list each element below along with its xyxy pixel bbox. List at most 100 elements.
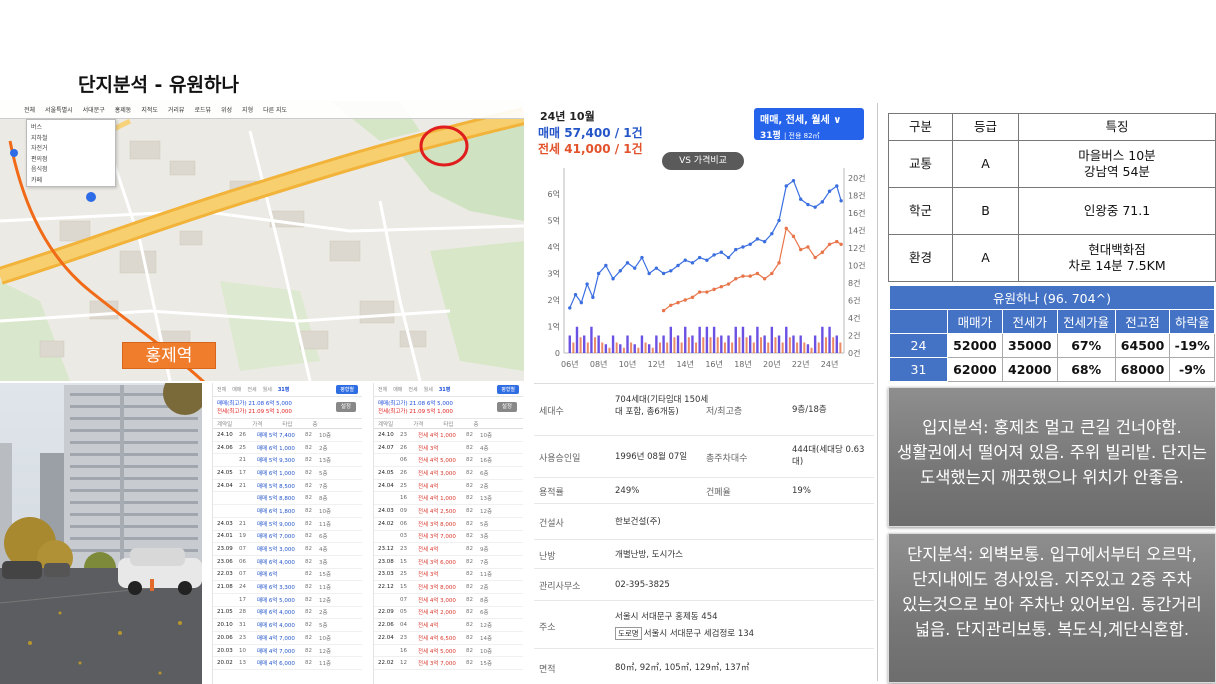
tx-settings-button[interactable]: 설정 — [335, 402, 356, 412]
tx-row[interactable]: 16 전세 4억 1,000 82 13층 — [374, 492, 523, 506]
map-view[interactable]: 전체 서울특별시 서대문구 홍제동 지적도 거리뷰 로드뷰 위성 지형 다른 지… — [0, 101, 524, 381]
tx-filter-tab[interactable]: 월세 — [263, 386, 272, 393]
tx-type: 82 — [305, 584, 312, 591]
tx-row[interactable]: 21.05 28 매매 6억 4,000 82 2층 — [213, 607, 362, 620]
jeonse-price-point — [683, 298, 687, 302]
tx-filter-tab[interactable]: 매매 — [232, 386, 241, 393]
tx-floor: 12층 — [319, 648, 332, 655]
vs-compare-button[interactable]: VS 가격비교 — [662, 152, 744, 170]
volume-bar-jeonse — [774, 337, 777, 353]
tx-row[interactable]: 23.03 25 전세 3억 82 11층 — [374, 569, 523, 582]
info-value: 한보건설(주) — [615, 517, 661, 527]
tx-size-button[interactable]: 평형별 — [497, 385, 519, 394]
map-menu-item[interactable]: 버스 — [31, 123, 111, 134]
y-right-tick-label: 8건 — [848, 278, 860, 288]
map-toolbar-item[interactable]: 서울특별시 — [45, 105, 73, 114]
tx-row[interactable]: 03 전세 3억 7,000 82 3층 — [374, 531, 523, 544]
map-toolbar-item[interactable]: 서대문구 — [83, 105, 105, 114]
tx-row[interactable]: 24.06 25 매매 6억 1,000 82 2층 — [213, 442, 362, 455]
info-row: 건설사 한보건설(주) — [534, 504, 874, 540]
tx-row[interactable]: 24.03 09 전세 4억 2,500 82 12층 — [374, 505, 523, 518]
map-toolbar-item[interactable]: 홍제동 — [115, 105, 132, 114]
tx-filter-tab[interactable]: 전체 — [217, 386, 226, 393]
tx-row[interactable]: 24.10 26 매매 5억 7,400 82 10층 — [213, 429, 362, 442]
sale-price-point — [791, 178, 796, 183]
tx-price: 매매 6억 4,000 — [257, 559, 295, 566]
map-toolbar-item[interactable]: 위성 — [221, 105, 232, 114]
tx-row[interactable]: 21.08 24 매매 6억 3,300 82 11층 — [213, 581, 362, 594]
sale-price-point — [799, 197, 803, 201]
tx-filter-tab[interactable]: 전체 — [378, 386, 387, 393]
volume-bar — [828, 326, 831, 353]
price-column-header: 전세가율 — [1056, 309, 1116, 334]
tx-row[interactable]: 23.06 06 매매 6억 4,000 82 3층 — [213, 556, 362, 569]
tx-size-selected[interactable]: 31평 — [278, 386, 290, 393]
tx-row[interactable]: 24.01 19 매매 6억 7,000 82 6층 — [213, 531, 362, 544]
tx-row[interactable]: 17 매매 6억 5,000 82 12층 — [213, 594, 362, 607]
map-toolbar-item[interactable]: 지적도 — [141, 105, 158, 114]
tx-row[interactable]: 22.09 05 전세 4억 2,000 82 6층 — [374, 607, 523, 620]
tx-row[interactable]: 20.06 23 매매 4억 7,000 82 10층 — [213, 632, 362, 645]
tx-row[interactable]: 22.04 23 전세 4억 6,500 82 14층 — [374, 632, 523, 645]
sale-price-point — [741, 245, 745, 249]
volume-bar — [756, 326, 759, 353]
tx-filter-tab[interactable]: 전세 — [247, 386, 256, 393]
volume-bar — [691, 335, 694, 353]
volume-bar — [727, 335, 730, 353]
trade-type-filter[interactable]: 매매, 전세, 월세 ∨ 31평 | 전용 82㎡ — [754, 108, 864, 141]
volume-bar — [777, 335, 781, 353]
tx-row[interactable]: 07 전세 4억 3,000 82 8층 — [374, 594, 523, 607]
tx-day: 05 — [400, 609, 407, 616]
tx-filter-tab[interactable]: 매매 — [393, 386, 402, 393]
tx-size-selected[interactable]: 31평 — [439, 386, 451, 393]
tx-settings-button[interactable]: 설정 — [496, 402, 517, 412]
tx-row[interactable]: 23.12 23 전세 4억 82 9층 — [374, 543, 523, 556]
tx-day: 17 — [239, 469, 246, 476]
tx-row[interactable]: 16 전세 4억 5,000 82 10층 — [374, 645, 523, 658]
map-toolbar: 전체 서울특별시 서대문구 홍제동 지적도 거리뷰 로드뷰 위성 지형 다른 지… — [0, 101, 524, 119]
map-toolbar-item[interactable]: 거리뷰 — [168, 105, 185, 114]
tx-filter-tab[interactable]: 월세 — [424, 386, 433, 393]
tx-price: 매매 5억 7,400 — [257, 432, 295, 439]
tx-row[interactable]: 24.02 06 전세 3억 8,000 82 5층 — [374, 518, 523, 531]
jeonse-price-point — [726, 282, 731, 286]
map-menu-item[interactable]: 지하철 — [31, 134, 111, 145]
tx-row[interactable]: 20.02 13 매매 4억 6,000 82 11층 — [213, 657, 362, 671]
tx-filter-tab[interactable]: 전세 — [408, 386, 417, 393]
tx-row[interactable]: 매매 6억 1,800 82 10층 — [213, 505, 362, 518]
tx-rows: 24.10 23 전세 4억 1,000 82 10층 24.07 26 전세 3억 82 4층 0… — [374, 429, 523, 671]
map-toolbar-item[interactable]: 전체 — [24, 105, 35, 114]
tx-date: 24.05 — [378, 469, 394, 476]
tx-row[interactable]: 22.12 15 전세 3억 8,000 82 2층 — [374, 581, 523, 594]
map-menu-item[interactable]: 카페 — [31, 176, 111, 187]
tx-row[interactable]: 06 전세 4억 5,000 82 16층 — [374, 454, 523, 468]
map-menu-item[interactable]: 음식점 — [31, 165, 111, 176]
tx-column-header: 층 — [312, 421, 318, 428]
tx-row[interactable]: 23.08 15 전세 3억 6,000 82 7층 — [374, 556, 523, 569]
tx-row[interactable]: 매매 5억 8,800 82 8층 — [213, 492, 362, 506]
tx-row[interactable]: 24.04 21 매매 5억 8,500 82 7층 — [213, 480, 362, 493]
tx-row[interactable]: 24.05 26 전세 4억 3,000 82 6층 — [374, 467, 523, 480]
tx-row[interactable]: 24.07 26 전세 3억 82 4층 — [374, 442, 523, 455]
tx-row[interactable]: 24.10 23 전세 4억 1,000 82 10층 — [374, 429, 523, 442]
map-toolbar-item[interactable]: 로드뷰 — [194, 105, 211, 114]
tx-row[interactable]: 24.03 21 매매 5억 9,000 82 11층 — [213, 518, 362, 531]
grade-category: 교통 — [888, 140, 953, 188]
map-toolbar-item[interactable]: 다른 지도 — [263, 105, 287, 114]
volume-bar — [821, 326, 824, 353]
tx-size-button[interactable]: 평형별 — [336, 385, 358, 394]
tx-row[interactable]: 24.04 25 전세 4억 82 2층 — [374, 480, 523, 493]
tx-row[interactable]: 22.06 04 전세 4억 82 12층 — [374, 619, 523, 632]
tx-row[interactable]: 20.10 31 매매 6억 4,000 82 5층 — [213, 619, 362, 632]
map-menu-item[interactable]: 편의점 — [31, 155, 111, 166]
tx-price: 전세 4억 6,500 — [418, 635, 456, 642]
jeonse-price-point — [827, 242, 832, 246]
tx-row[interactable]: 21 매매 5억 9,300 82 13층 — [213, 454, 362, 468]
tx-row[interactable]: 22.03 07 매매 6억 82 15층 — [213, 569, 362, 582]
tx-row[interactable]: 20.03 10 매매 4억 7,000 82 12층 — [213, 645, 362, 658]
tx-row[interactable]: 24.05 17 매매 6억 1,000 82 5층 — [213, 467, 362, 480]
map-menu-item[interactable]: 자전거 — [31, 144, 111, 155]
tx-row[interactable]: 23.09 07 매매 5억 3,000 82 4층 — [213, 543, 362, 556]
tx-row[interactable]: 22.02 12 전세 3억 7,000 82 15층 — [374, 657, 523, 671]
map-toolbar-item[interactable]: 지형 — [242, 105, 253, 114]
